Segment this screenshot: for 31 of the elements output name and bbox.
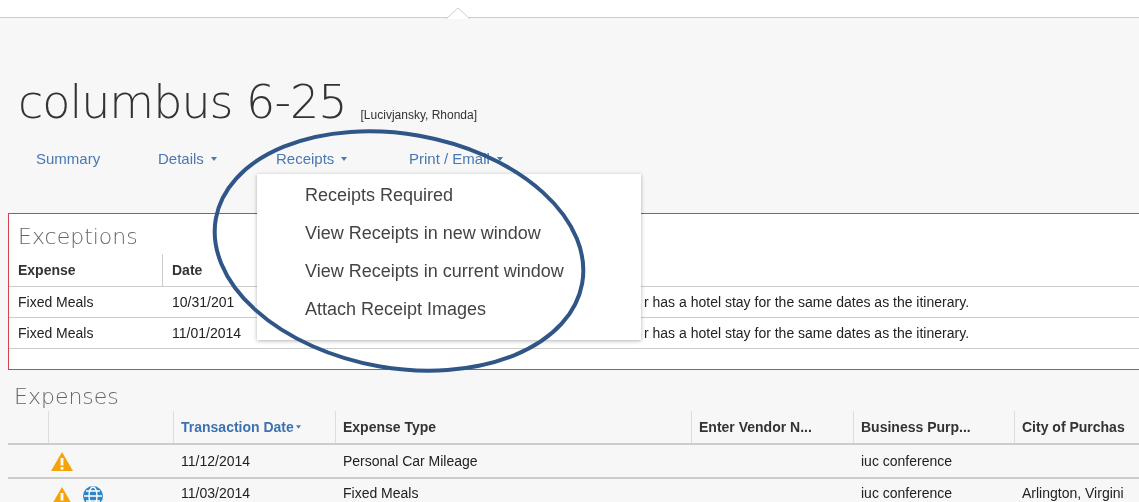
column-header[interactable]: Expense Type bbox=[343, 419, 437, 435]
column-header[interactable]: City of Purchas bbox=[1022, 419, 1125, 435]
menu-item[interactable]: View Receipts in new window bbox=[257, 220, 641, 258]
section-title: Expenses bbox=[13, 383, 120, 411]
table-cell-text: iuc conference bbox=[860, 453, 954, 469]
table-cell-text: 11/01/2014 bbox=[171, 325, 242, 341]
menu-item[interactable]: View Receipts in current window bbox=[257, 258, 641, 296]
report-owner: [Lucivjansky, Rhonda] bbox=[360, 108, 478, 122]
menu-item[interactable]: Receipts Required bbox=[257, 182, 641, 220]
nav-tab[interactable]: Receipts bbox=[276, 150, 348, 167]
menu-item[interactable]: Attach Receipt Images bbox=[257, 296, 641, 334]
table-cell-text: 11/12/2014 bbox=[180, 453, 252, 469]
column-header[interactable]: Business Purp... bbox=[861, 419, 971, 435]
table-cell-text: iuc conference bbox=[860, 485, 954, 501]
nav-tab[interactable]: Summary bbox=[36, 150, 101, 167]
nav-tab[interactable]: Details bbox=[158, 150, 217, 167]
table-cell: r has a hotel stay for the same dates as the itinerary. bbox=[644, 294, 969, 310]
table-cell-text: Arlington, Virgini bbox=[1021, 485, 1125, 501]
table-cell-text: Personal Car Mileage bbox=[342, 453, 479, 469]
section-title: Exceptions bbox=[17, 223, 138, 251]
sort-caret-icon bbox=[295, 425, 301, 429]
column-header[interactable]: Transaction Date bbox=[181, 419, 301, 435]
table-cell-text: 10/31/201 bbox=[171, 294, 235, 310]
table-cell: r has a hotel stay for the same dates as the itinerary. bbox=[644, 325, 969, 341]
column-header[interactable]: Enter Vendor N... bbox=[699, 419, 812, 435]
table-cell-text: Fixed Meals bbox=[17, 294, 94, 310]
table-cell-text: Fixed Meals bbox=[17, 325, 94, 341]
column-header[interactable]: Expense bbox=[9, 254, 163, 286]
table-cell-text: 11/03/2014 bbox=[180, 485, 252, 501]
table-cell-text: Fixed Meals bbox=[342, 485, 420, 501]
report-title: columbus 6-25 bbox=[18, 74, 347, 130]
